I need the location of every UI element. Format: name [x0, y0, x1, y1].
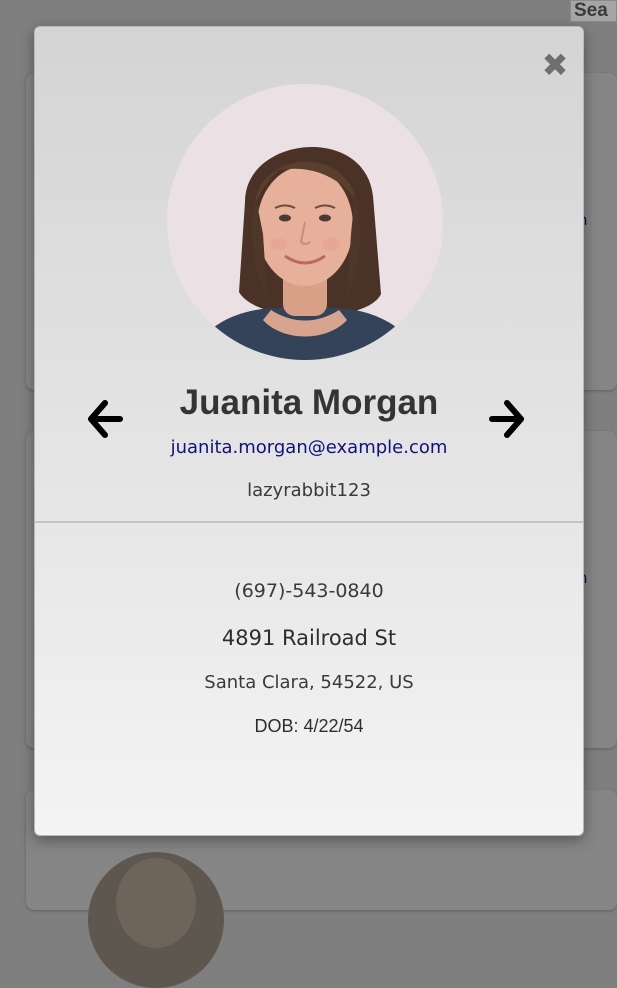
arrow-right-icon	[489, 400, 524, 438]
next-employee-button[interactable]	[487, 397, 527, 441]
employee-photo	[167, 84, 443, 360]
search-button: Sea	[570, 0, 617, 22]
card-avatar	[88, 852, 224, 988]
employee-street: 4891 Railroad St	[221, 626, 397, 650]
close-button[interactable]: ✖	[541, 49, 569, 81]
employee-dob: DOB: 4/22/54	[254, 716, 364, 736]
employee-modal: ✖ Juanita Morgan juanita.morgan@example.…	[34, 26, 584, 836]
close-icon: ✖	[541, 46, 569, 84]
modal-divider	[35, 521, 583, 523]
employee-city-line: Santa Clara, 54522, US	[204, 672, 414, 693]
employee-username: lazyrabbit123	[247, 480, 371, 501]
employee-phone: (697)-543-0840	[234, 580, 384, 602]
employee-email-link[interactable]: juanita.morgan@example.com	[35, 436, 583, 460]
